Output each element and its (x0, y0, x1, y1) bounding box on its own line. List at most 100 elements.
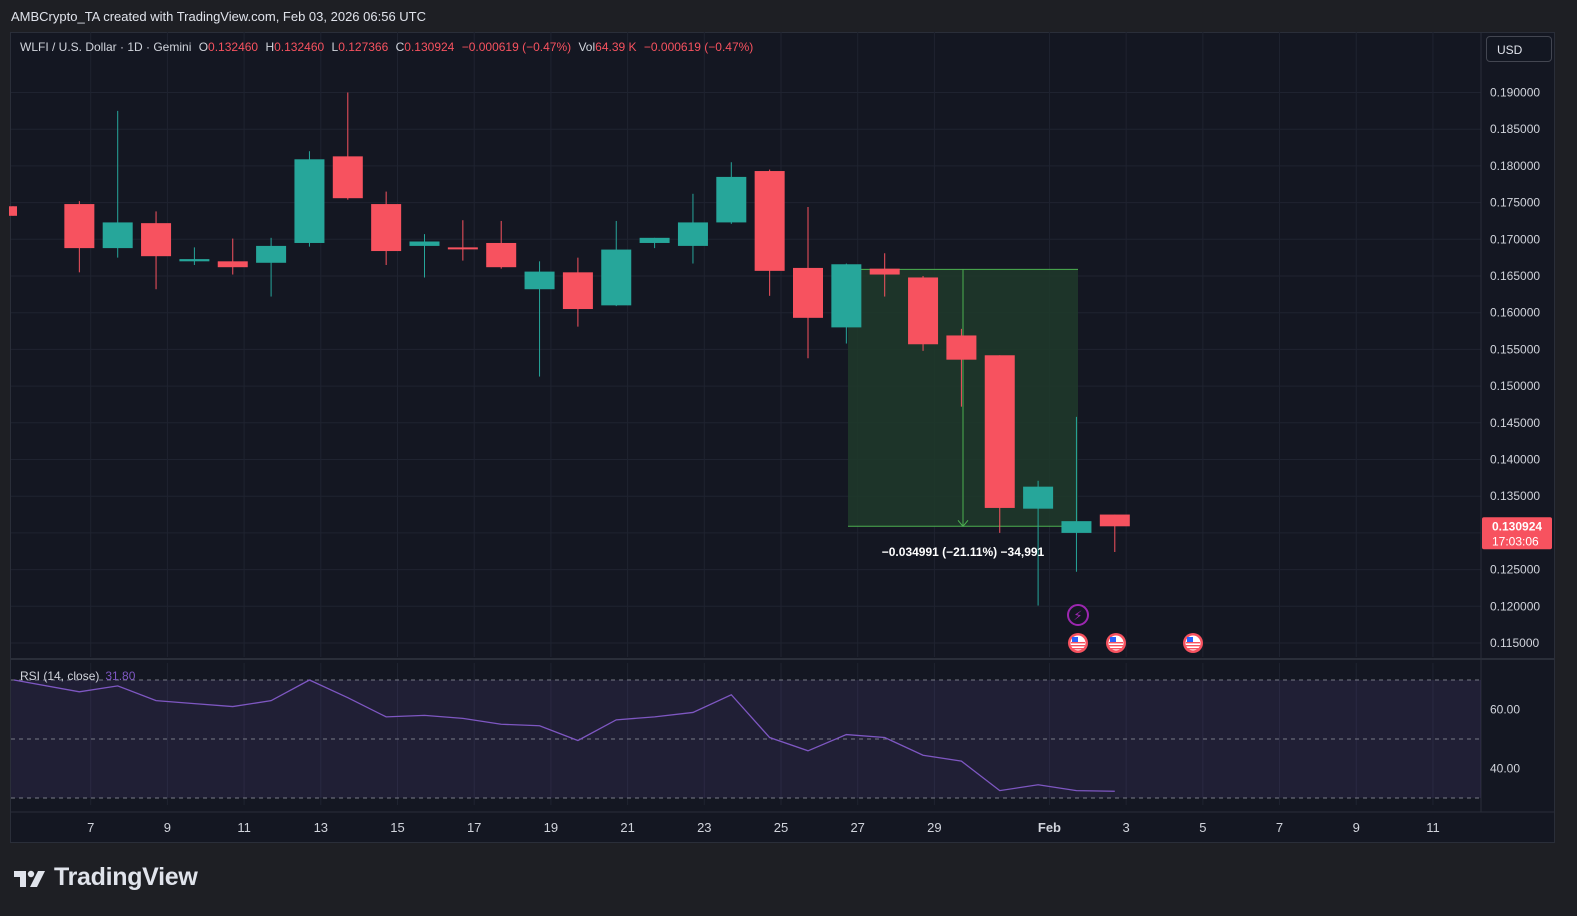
price-tick-label: 0.120000 (1490, 599, 1540, 613)
us-flag-stripe-icon (1109, 648, 1123, 650)
open-label: O (198, 40, 209, 54)
candle-body[interactable] (332, 156, 363, 199)
lightning-icon: ⚡ (1073, 609, 1082, 624)
candle-body[interactable] (946, 335, 977, 360)
time-tick-label: 9 (164, 820, 171, 835)
candle-body[interactable] (371, 204, 402, 252)
time-tick-label: 27 (850, 820, 864, 835)
price-tick-label: 0.135000 (1490, 489, 1540, 503)
time-tick-label: 19 (544, 820, 558, 835)
price-tick-label: 0.155000 (1490, 342, 1540, 356)
rsi-value: 31.80 (105, 669, 136, 683)
currency-button[interactable]: USD (1486, 36, 1552, 62)
candle-body[interactable] (141, 223, 172, 257)
rsi-label[interactable]: RSI (14, close) (20, 669, 99, 683)
chart-canvas[interactable]: −0.034991 (−21.11%) −34,991 0.190000 0.185… (0, 0, 1577, 916)
price-tick-label: 0.175000 (1490, 196, 1540, 210)
ohlc-legend: WLFI / U.S. Dollar · 1D · Gemini O0.1324… (20, 40, 757, 54)
us-flag-stripe-icon (1071, 642, 1085, 644)
time-tick-label: 15 (390, 820, 404, 835)
rsi-tick-label: 60.00 (1490, 703, 1520, 717)
candle-body[interactable] (754, 171, 785, 271)
us-flag-stripe-icon (1109, 642, 1123, 644)
time-tick-label: 11 (1426, 820, 1440, 835)
candle-body[interactable] (984, 355, 1015, 508)
price-tick-label: 0.165000 (1490, 269, 1540, 283)
us-flag-stripe-icon (1186, 645, 1200, 647)
price-badge-value: 0.130924 (1492, 519, 1542, 533)
symbol-label[interactable]: WLFI / U.S. Dollar · 1D · Gemini (20, 40, 191, 54)
candle-body[interactable] (179, 259, 210, 262)
price-tick-label: 0.185000 (1490, 122, 1540, 136)
price-tick-label: 0.150000 (1490, 379, 1540, 393)
us-flag-canton-icon (1110, 637, 1116, 642)
rsi-legend: RSI (14, close) 31.80 (20, 669, 135, 683)
candle-body[interactable] (601, 249, 632, 306)
candle-body[interactable] (486, 242, 517, 268)
time-tick-label: 17 (467, 820, 481, 835)
close-label: C (395, 40, 405, 54)
tradingview-logo-icon (14, 870, 45, 887)
price-tick-label: 0.160000 (1490, 306, 1540, 320)
time-tick-label: 7 (1276, 820, 1283, 835)
time-tick-label: 9 (1353, 820, 1360, 835)
candle-body[interactable] (831, 264, 862, 328)
price-tick-label: 0.115000 (1490, 636, 1539, 650)
candle-body[interactable] (639, 237, 670, 243)
candle-body[interactable] (716, 176, 747, 223)
tradingview-brand-text: TradingView (54, 863, 198, 891)
candle-body[interactable] (562, 272, 593, 310)
candle-body[interactable] (102, 222, 133, 249)
us-flag-canton-icon (1072, 637, 1078, 642)
price-tick-label: 0.170000 (1490, 232, 1540, 246)
time-tick-label: Feb (1038, 820, 1061, 835)
volume-label: Vol (578, 40, 596, 54)
time-tick-label: 7 (87, 820, 94, 835)
candle-body[interactable] (256, 245, 287, 263)
candle-body[interactable] (294, 159, 325, 243)
measure-label: −0.034991 (−21.11%) −34,991 (882, 545, 1045, 559)
price-tick-label: 0.180000 (1490, 159, 1540, 173)
volume-value: 64.39 K (595, 40, 637, 54)
time-tick-label: 11 (237, 820, 251, 835)
us-flag-stripe-icon (1071, 648, 1085, 650)
price-tick-label: 0.125000 (1490, 563, 1540, 577)
candle-body[interactable] (64, 204, 95, 249)
price-badge-countdown: 17:03:06 (1492, 534, 1539, 548)
us-flag-stripe-icon (1186, 648, 1200, 650)
us-flag-stripe-icon (1186, 642, 1200, 644)
volume-change-value: −0.000619 (−0.47%) (643, 40, 754, 54)
time-tick-label: 23 (697, 820, 711, 835)
time-tick-label: 13 (314, 820, 328, 835)
candle-body[interactable] (1061, 521, 1092, 533)
candle-body[interactable] (1099, 514, 1130, 527)
candle-body[interactable] (409, 241, 440, 246)
high-label: H (265, 40, 275, 54)
change-value: −0.000619 (−0.47%) (461, 40, 572, 54)
price-tick-label: 0.140000 (1490, 453, 1540, 467)
time-tick-label: 25 (774, 820, 788, 835)
candle-body[interactable] (1023, 486, 1054, 509)
price-tick-label: 0.190000 (1490, 86, 1540, 100)
candle-body[interactable] (217, 261, 248, 268)
us-flag-canton-icon (1187, 637, 1193, 642)
open-value: 0.132460 (208, 40, 259, 54)
candle-body[interactable] (869, 268, 900, 275)
time-tick-label: 21 (620, 820, 634, 835)
low-value: 0.127366 (338, 40, 389, 54)
candle-body[interactable] (793, 267, 823, 318)
us-flag-stripe-icon (1109, 645, 1123, 647)
candle-body[interactable] (524, 271, 555, 290)
high-value: 0.132460 (274, 40, 325, 54)
time-tick-label: 29 (927, 820, 941, 835)
candle-body[interactable] (447, 247, 478, 250)
time-tick-label: 5 (1199, 820, 1206, 835)
close-value: 0.130924 (404, 40, 455, 54)
candle-body[interactable] (677, 222, 708, 246)
us-flag-stripe-icon (1071, 645, 1085, 647)
candle-body[interactable] (9, 206, 17, 216)
candle-body[interactable] (908, 277, 939, 345)
rsi-tick-label: 40.00 (1490, 762, 1520, 776)
price-tick-label: 0.145000 (1490, 416, 1540, 430)
time-tick-label: 3 (1123, 820, 1130, 835)
